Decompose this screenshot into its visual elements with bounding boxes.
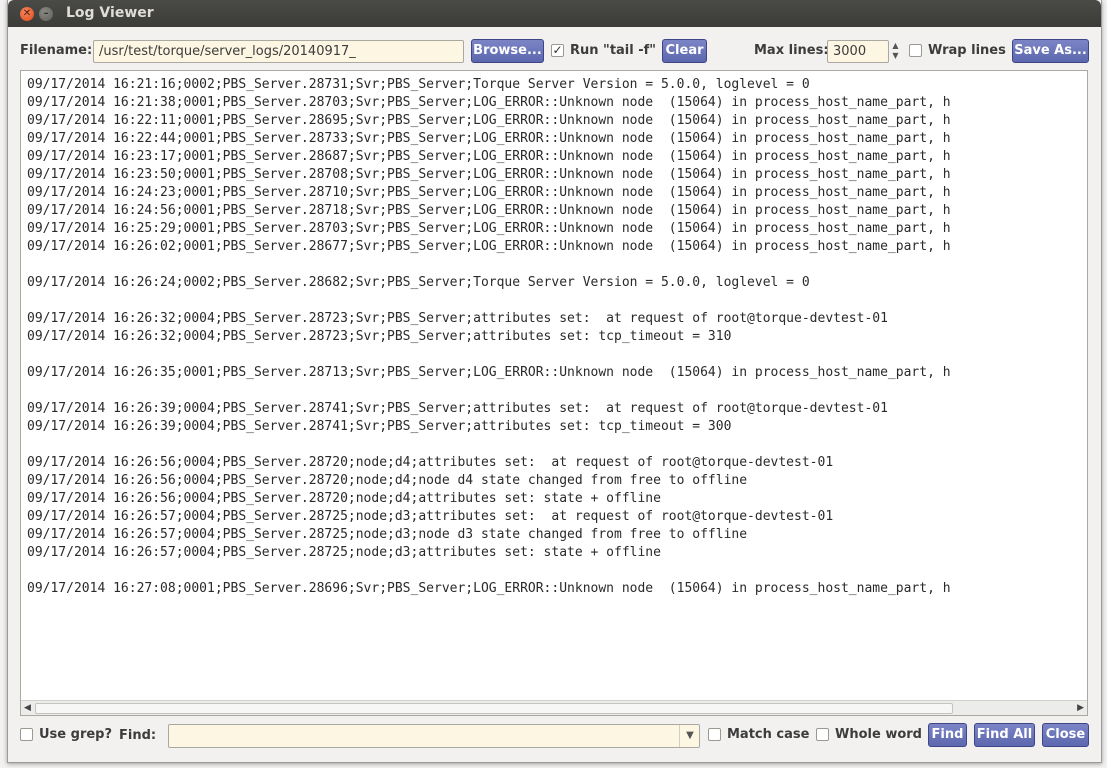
log-line: 09/17/2014 16:26:57;0004;PBS_Server.2872… — [27, 545, 661, 560]
log-line: 09/17/2014 16:26:32;0004;PBS_Server.2872… — [27, 311, 888, 326]
title-bar[interactable]: ✕ – Log Viewer — [8, 0, 1101, 27]
chevron-down-icon[interactable]: ▼ — [679, 725, 700, 747]
log-line: 09/17/2014 16:26:32;0004;PBS_Server.2872… — [27, 329, 732, 344]
clear-button[interactable]: Clear — [662, 39, 707, 63]
wrap-lines-checkbox[interactable] — [909, 44, 922, 57]
find-label: Find: — [119, 728, 157, 743]
log-line: 09/17/2014 16:26:35;0001;PBS_Server.2871… — [27, 365, 951, 380]
window-title: Log Viewer — [66, 5, 154, 21]
log-line: 09/17/2014 16:21:38;0001;PBS_Server.2870… — [27, 95, 951, 110]
log-line: 09/17/2014 16:26:24;0002;PBS_Server.2868… — [27, 275, 810, 290]
close-icon[interactable]: ✕ — [20, 7, 34, 21]
filename-label: Filename: — [20, 43, 93, 58]
log-line: 09/17/2014 16:26:56;0004;PBS_Server.2872… — [27, 473, 748, 488]
use-grep-label: Use grep? — [39, 727, 113, 742]
log-line: 09/17/2014 16:24:23;0001;PBS_Server.2871… — [27, 185, 951, 200]
log-line: 09/17/2014 16:26:57;0004;PBS_Server.2872… — [27, 509, 834, 524]
filename-input[interactable]: /usr/test/torque/server_logs/20140917_ — [93, 40, 464, 63]
use-grep-checkbox[interactable] — [20, 728, 33, 741]
log-line: 09/17/2014 16:26:39;0004;PBS_Server.2874… — [27, 401, 888, 416]
log-line: 09/17/2014 16:26:57;0004;PBS_Server.2872… — [27, 527, 748, 542]
log-lines: 09/17/2014 16:21:16;0002;PBS_Server.2873… — [27, 76, 951, 598]
max-lines-label: Max lines: — [754, 43, 829, 58]
find-button[interactable]: Find — [928, 723, 967, 747]
minimize-icon[interactable]: – — [39, 7, 53, 21]
whole-word-label: Whole word — [835, 727, 922, 742]
log-line: 09/17/2014 16:22:44;0001;PBS_Server.2873… — [27, 131, 951, 146]
max-lines-input[interactable]: 3000 — [827, 40, 889, 63]
log-line: 09/17/2014 16:23:17;0001;PBS_Server.2868… — [27, 149, 951, 164]
find-all-button[interactable]: Find All — [974, 723, 1035, 747]
match-case-label: Match case — [727, 727, 810, 742]
tail-label: Run "tail -f" — [570, 43, 657, 58]
log-line: 09/17/2014 16:26:56;0004;PBS_Server.2872… — [27, 455, 834, 470]
log-line: 09/17/2014 16:26:02;0001;PBS_Server.2867… — [27, 239, 951, 254]
log-line: 09/17/2014 16:25:29;0001;PBS_Server.2870… — [27, 221, 951, 236]
browse-button[interactable]: Browse... — [471, 39, 544, 63]
log-line: 09/17/2014 16:23:50;0001;PBS_Server.2870… — [27, 167, 951, 182]
log-line: 09/17/2014 16:21:16;0002;PBS_Server.2873… — [27, 77, 810, 92]
log-viewer-window: ✕ – Log Viewer Filename: /usr/test/torqu… — [7, 0, 1102, 763]
tail-checkbox[interactable]: ✓ — [551, 44, 564, 57]
horizontal-scrollbar[interactable]: ◀ ▶ — [21, 700, 1087, 715]
arrow-left-icon[interactable]: ◀ — [24, 701, 31, 715]
log-line: 09/17/2014 16:22:11;0001;PBS_Server.2869… — [27, 113, 951, 128]
log-line: 09/17/2014 16:26:56;0004;PBS_Server.2872… — [27, 491, 661, 506]
close-button[interactable]: Close — [1042, 723, 1089, 747]
arrow-right-icon[interactable]: ▶ — [1077, 701, 1084, 715]
log-line: 09/17/2014 16:24:56;0001;PBS_Server.2871… — [27, 203, 951, 218]
whole-word-checkbox[interactable] — [816, 728, 829, 741]
save-as-button[interactable]: Save As... — [1012, 39, 1089, 63]
log-line: 09/17/2014 16:27:08;0001;PBS_Server.2869… — [27, 581, 951, 596]
log-line: 09/17/2014 16:26:39;0004;PBS_Server.2874… — [27, 419, 732, 434]
scrollbar-thumb[interactable] — [35, 703, 953, 714]
find-input[interactable] — [168, 724, 700, 748]
log-text-area[interactable]: 09/17/2014 16:21:16;0002;PBS_Server.2873… — [20, 70, 1088, 716]
wrap-lines-label: Wrap lines — [928, 43, 1006, 58]
spin-arrows-icon[interactable]: ▲ ▼ — [890, 41, 901, 63]
match-case-checkbox[interactable] — [708, 728, 721, 741]
